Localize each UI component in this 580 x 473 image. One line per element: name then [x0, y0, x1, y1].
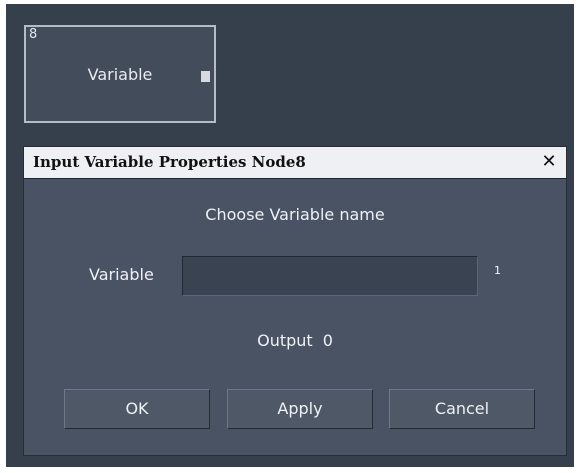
dialog-title: Input Variable Properties Node8: [33, 153, 306, 171]
close-icon[interactable]: ✕: [540, 152, 558, 172]
variable-label: Variable: [89, 265, 154, 284]
dialog-titlebar[interactable]: Input Variable Properties Node8 ✕: [24, 147, 566, 179]
properties-dialog: Input Variable Properties Node8 ✕ Choose…: [23, 146, 567, 456]
output-port[interactable]: [201, 71, 210, 82]
ok-button[interactable]: OK: [64, 389, 210, 429]
variable-count: 1: [494, 264, 501, 277]
dialog-heading: Choose Variable name: [205, 205, 385, 224]
node-label: Variable: [87, 65, 153, 84]
apply-button[interactable]: Apply: [227, 389, 373, 429]
variable-node[interactable]: 8 Variable: [24, 25, 216, 123]
output-value: 0: [322, 331, 333, 350]
variable-name-input[interactable]: [182, 256, 478, 296]
output-readout: Output 0: [24, 331, 566, 350]
node-number: 8: [29, 27, 38, 42]
cancel-button[interactable]: Cancel: [389, 389, 535, 429]
node-canvas[interactable]: 8 Variable Input Variable Properties Nod…: [6, 4, 574, 467]
output-label: Output: [257, 331, 313, 350]
